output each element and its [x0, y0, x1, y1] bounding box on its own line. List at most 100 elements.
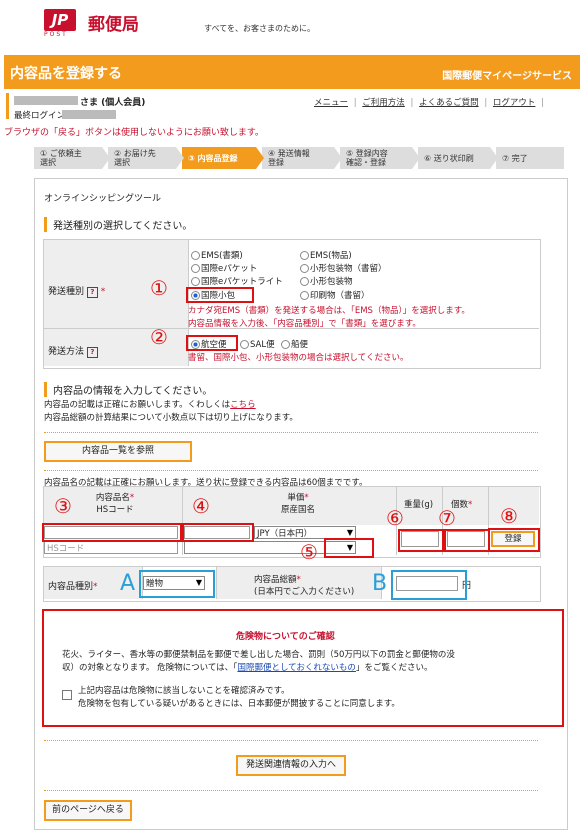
- user-bar-accent: [6, 93, 9, 119]
- option-epacket-light[interactable]: 国際eパケットライト: [191, 275, 283, 287]
- annotation-a: A: [120, 571, 136, 596]
- danger-text-1: 花火、ライター、香水等の郵便禁制品を郵便で差し出した場合、罰則（50万円以下の罰…: [62, 650, 455, 660]
- panel-title: オンラインシッピングツール: [44, 194, 162, 204]
- step-5: ⑤ 登録内容 確認・登録: [340, 147, 420, 169]
- option-small-registered[interactable]: 小形包装物（書留）: [300, 262, 387, 274]
- annotation-7: ⑦: [438, 506, 456, 530]
- shipping-note-2: 内容品情報を入力後、「内容品種別」で「書類」を選びます。: [188, 319, 421, 329]
- section-shipping-type: 発送種別の選択してください。: [44, 217, 192, 232]
- ship-method-label: 発送方法 ?: [48, 344, 98, 358]
- col-weight: 重量(g): [404, 500, 434, 510]
- radio-icon: [191, 251, 200, 260]
- option-epacket[interactable]: 国際eパケット: [191, 262, 257, 274]
- info-line-2: 内容品総額の計算結果について小数点以下は切り上げになります。: [44, 413, 298, 423]
- page-title: 内容品を登録する: [10, 66, 122, 82]
- highlight-5: [324, 538, 374, 558]
- dotted-divider: [44, 740, 538, 741]
- info-line-1: 内容品の記載は正確にお願いします。くわしくはこちら: [44, 400, 256, 410]
- shipping-note-1: カナダ宛EMS（書類）を発送する場合は、「EMS（物品）」を選択します。: [188, 306, 470, 316]
- step-1: ① ご依頼主 選択: [34, 147, 110, 169]
- confirm-text-2: 危険物を包有している疑いがあるときには、日本郵便が開披することに同意します。: [78, 699, 400, 709]
- tagline: すべてを、お客さまのために。: [204, 24, 315, 33]
- col-item-name: 内容品名* HSコード: [95, 493, 135, 515]
- back-page-button[interactable]: 前のページへ戻る: [44, 800, 132, 821]
- confirm-checkbox[interactable]: [62, 690, 72, 700]
- step-3-current: ③ 内容品登録: [182, 147, 264, 169]
- shipping-type-label: 発送種別 ? *: [48, 287, 106, 298]
- category-label: 内容品種別*: [48, 582, 98, 592]
- help-icon[interactable]: ?: [86, 287, 98, 298]
- user-suffix: さま (個人会員): [80, 98, 146, 108]
- danger-title: 危険物についてのご確認: [236, 632, 335, 642]
- annotation-b: B: [372, 571, 388, 596]
- step-7: ⑦ 完了: [496, 147, 564, 169]
- option-printed-registered[interactable]: 印刷物（書留）: [300, 289, 370, 301]
- step-2: ② お届け先 選択: [108, 147, 184, 169]
- annotation-1: ①: [150, 276, 168, 300]
- annotation-3: ③: [54, 494, 72, 518]
- section-item-info: 内容品の情報を入力してください。: [44, 382, 212, 397]
- hs-code-input[interactable]: HSコード: [44, 541, 178, 554]
- annotation-4: ④: [192, 494, 210, 518]
- annotation-2: ②: [150, 325, 168, 349]
- annotation-5: ⑤: [300, 540, 318, 564]
- col-unit-price: 単価* 原産国名: [280, 493, 315, 515]
- ship-method-note: 書留、国際小包、小形包装物の場合は選択してください。: [188, 353, 409, 363]
- prohibited-items-link[interactable]: 国際郵便としておくれないもの: [237, 663, 356, 673]
- progress-steps: ① ご依頼主 選択 ② お届け先 選択 ③ 内容品登録 ④ 発送情報 登録 ⑤ 登録内…: [34, 147, 564, 169]
- browse-items-button[interactable]: 内容品一覧を参照: [44, 441, 192, 462]
- highlight-8: [488, 528, 540, 552]
- option-small-packet[interactable]: 小形包装物: [300, 275, 353, 287]
- logo-text[interactable]: 郵便局: [88, 10, 139, 35]
- step-4: ④ 発送情報 登録: [262, 147, 342, 169]
- service-name: 国際郵便マイページサービス: [442, 71, 572, 82]
- highlight-b: [391, 570, 467, 600]
- user-nav: メニュー | ご利用方法 | よくあるご質問 | ログアウト |: [314, 96, 547, 108]
- menu-link[interactable]: メニュー: [314, 98, 348, 108]
- highlight-3: [42, 523, 182, 542]
- radio-icon: [300, 291, 309, 300]
- danger-text-2: 収）の対象となります。 危険物については、「国際郵便としておくれないもの」をご覧…: [62, 663, 433, 673]
- radio-icon: [300, 251, 309, 260]
- option-sal[interactable]: SAL便: [240, 338, 275, 350]
- chevron-down-icon: ▼: [346, 528, 353, 537]
- total-label: 内容品総額* (日本円でご入力ください): [254, 575, 355, 597]
- usage-link[interactable]: ご利用方法: [362, 98, 405, 108]
- last-login-masked: [62, 110, 116, 119]
- highlight-7: [444, 529, 490, 552]
- details-link[interactable]: こちら: [230, 400, 256, 410]
- dotted-divider: [44, 790, 538, 791]
- confirm-text-1: 上記内容品は危険物に該当しないことを確認済みです。: [78, 686, 290, 696]
- next-shipping-info-button[interactable]: 発送関連情報の入力へ: [236, 755, 346, 776]
- highlight-2: [186, 335, 238, 351]
- radio-icon: [191, 264, 200, 273]
- logo-sub: POST: [44, 31, 68, 38]
- option-ems-doc[interactable]: EMS(書類): [191, 249, 243, 261]
- logout-link[interactable]: ログアウト: [493, 98, 536, 108]
- help-icon[interactable]: ?: [86, 347, 98, 358]
- back-button-warning: ブラウザの「戻る」ボタンは使用しないようにお願い致します。: [4, 128, 264, 138]
- dotted-divider: [44, 432, 538, 433]
- option-ems-goods[interactable]: EMS(物品): [300, 249, 352, 261]
- title-bar: 内容品を登録する 国際郵便マイページサービス: [4, 55, 580, 89]
- user-name-masked: [14, 96, 78, 105]
- annotation-6: ⑥: [386, 506, 404, 530]
- highlight-a: [139, 570, 215, 598]
- divider: |: [410, 98, 414, 108]
- radio-icon: [300, 264, 309, 273]
- faq-link[interactable]: よくあるご質問: [419, 98, 479, 108]
- jp-post-logo[interactable]: JP: [44, 9, 76, 31]
- radio-icon: [300, 277, 309, 286]
- annotation-8: ⑧: [500, 504, 518, 528]
- step-6: ⑥ 送り状印刷: [418, 147, 498, 169]
- dotted-divider: [44, 470, 538, 471]
- divider: |: [484, 98, 488, 108]
- divider: |: [541, 98, 544, 108]
- col-divider: [182, 487, 183, 555]
- highlight-6: [398, 529, 444, 552]
- radio-icon: [240, 340, 249, 349]
- highlight-4: [182, 523, 254, 542]
- radio-icon: [281, 340, 290, 349]
- option-sea[interactable]: 船便: [281, 338, 308, 350]
- radio-icon: [191, 277, 200, 286]
